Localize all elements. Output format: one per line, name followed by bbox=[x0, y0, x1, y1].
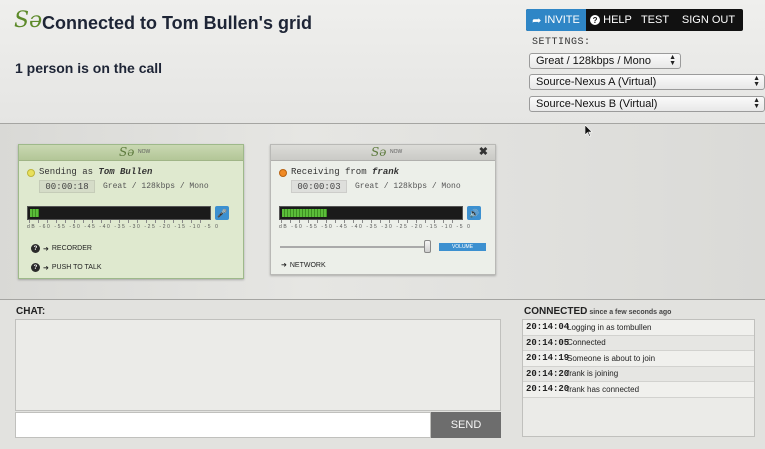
receive-meter-scale: dB -60 -55 -50 -45 -40 -35 -30 -25 -20 -… bbox=[279, 224, 472, 230]
log-time: 20:14:20 bbox=[526, 384, 570, 395]
chat-section: CHAT: SEND bbox=[0, 300, 518, 449]
meter-ticks bbox=[281, 220, 461, 223]
speaker-button[interactable]: 🔊 bbox=[467, 206, 481, 220]
volume-button[interactable]: VOLUME bbox=[439, 243, 486, 251]
receive-level-fill bbox=[282, 209, 327, 217]
connection-log-section: CONNECTED since a few seconds ago 20:14:0… bbox=[518, 300, 765, 449]
connected-label: CONNECTED since a few seconds ago bbox=[524, 306, 671, 317]
send-level-fill bbox=[30, 209, 39, 217]
volume-slider-track[interactable] bbox=[280, 246, 430, 248]
arrow-right-icon: ➜ bbox=[43, 264, 49, 272]
log-message: Connected bbox=[567, 338, 606, 348]
receive-panel: Sə NOW ✖ Receiving from frank 00:00:03 G… bbox=[270, 144, 496, 275]
share-arrow-icon: ➦ bbox=[532, 14, 542, 27]
audio-panels-area: Sə NOW Sending as Tom Bullen 00:00:18 Gr… bbox=[0, 124, 765, 300]
mouse-cursor-icon bbox=[585, 125, 593, 137]
question-icon[interactable]: ? bbox=[31, 244, 40, 253]
source-elements-logo: Sə bbox=[14, 8, 43, 33]
select-arrows-icon: ▲ ▼ bbox=[753, 97, 760, 110]
log-time: 20:14:05 bbox=[526, 337, 570, 348]
sign-out-button[interactable]: SIGN OUT bbox=[674, 9, 743, 31]
receiving-user: frank bbox=[372, 167, 400, 177]
arrow-right-icon: ➜ bbox=[281, 262, 287, 269]
send-level-meter bbox=[27, 206, 211, 220]
send-timer: 00:00:18 bbox=[39, 180, 95, 193]
quality-select[interactable]: Great / 128kbps / Mono ▲ ▼ bbox=[529, 53, 681, 69]
receive-panel-header[interactable]: Sə NOW ✖ bbox=[271, 145, 495, 161]
chat-log bbox=[15, 319, 501, 411]
help-label: HELP bbox=[603, 14, 632, 26]
log-row: 20:14:04 Logging in as tombullen bbox=[523, 320, 754, 336]
test-button[interactable]: TEST bbox=[636, 9, 674, 31]
panel-logo: Sə bbox=[119, 145, 135, 159]
log-message: frank has connected bbox=[567, 384, 640, 394]
select-arrows-icon: ▲ ▼ bbox=[669, 54, 676, 67]
quality-select-value: Great / 128kbps / Mono bbox=[536, 55, 651, 67]
receiving-status-dot bbox=[279, 169, 287, 177]
log-row: 20:14:20 frank has connected bbox=[523, 382, 754, 398]
log-message: Someone is about to join bbox=[567, 353, 656, 363]
question-icon[interactable]: ? bbox=[31, 263, 40, 272]
send-quality: Great / 128kbps / Mono bbox=[103, 182, 209, 191]
call-count: 1 person is on the call bbox=[15, 60, 163, 76]
close-icon[interactable]: ✖ bbox=[479, 145, 488, 158]
top-bar: Sə Connected to Tom Bullen's grid 1 pers… bbox=[0, 0, 765, 124]
network-label: NETWORK bbox=[289, 261, 326, 269]
recorder-label: RECORDER bbox=[51, 245, 92, 252]
network-link[interactable]: ➜ NETWORK bbox=[281, 261, 326, 270]
receive-level-meter bbox=[279, 206, 463, 220]
connection-log: 20:14:04 Logging in as tombullen 20:14:0… bbox=[522, 319, 755, 437]
question-icon: ? bbox=[590, 15, 601, 25]
log-time: 20:14:19 bbox=[526, 353, 570, 364]
receiving-status: Receiving from frank bbox=[291, 167, 399, 177]
send-meter-scale: dB -60 -55 -50 -45 -40 -35 -30 -25 -20 -… bbox=[27, 224, 220, 230]
settings-label: SETTINGS: bbox=[532, 37, 591, 48]
push-to-talk-link[interactable]: ? ➜ PUSH TO TALK bbox=[31, 263, 102, 272]
source-b-select[interactable]: Source-Nexus B (Virtual) ▲ ▼ bbox=[529, 96, 765, 112]
microphone-button[interactable]: 🎤 bbox=[215, 206, 229, 220]
microphone-icon: 🎤 bbox=[217, 208, 227, 218]
source-a-select[interactable]: Source-Nexus A (Virtual) ▲ ▼ bbox=[529, 74, 765, 90]
sending-status: Sending as Tom Bullen bbox=[39, 167, 152, 177]
log-row: 20:14:20 frank is joining bbox=[523, 366, 754, 382]
arrow-right-icon: ➜ bbox=[43, 245, 49, 253]
invite-label: INVITE bbox=[544, 14, 580, 26]
connected-subtitle: since a few seconds ago bbox=[589, 309, 672, 316]
receiving-prefix: Receiving from bbox=[291, 167, 367, 177]
panel-now-label: NOW bbox=[390, 149, 403, 155]
source-a-select-value: Source-Nexus A (Virtual) bbox=[536, 76, 657, 88]
sending-status-dot bbox=[27, 169, 35, 177]
log-time: 20:14:04 bbox=[526, 322, 570, 333]
log-row: 20:14:19 Someone is about to join bbox=[523, 351, 754, 367]
send-button[interactable]: SEND bbox=[431, 412, 501, 438]
send-panel: Sə NOW Sending as Tom Bullen 00:00:18 Gr… bbox=[18, 144, 244, 279]
volume-slider-handle[interactable] bbox=[424, 240, 431, 253]
connected-title: CONNECTED bbox=[524, 306, 588, 317]
meter-ticks bbox=[29, 220, 209, 223]
sending-prefix: Sending as bbox=[39, 167, 94, 177]
select-arrows-icon: ▲ ▼ bbox=[753, 75, 760, 88]
help-button[interactable]: ? HELP bbox=[586, 9, 636, 31]
receive-timer: 00:00:03 bbox=[291, 180, 347, 193]
send-panel-header[interactable]: Sə NOW bbox=[19, 145, 243, 161]
chat-input[interactable] bbox=[15, 412, 431, 438]
sending-user: Tom Bullen bbox=[98, 167, 153, 177]
page-title: Connected to Tom Bullen's grid bbox=[42, 13, 312, 33]
speaker-icon: 🔊 bbox=[469, 208, 479, 218]
log-row: 20:14:05 Connected bbox=[523, 335, 754, 351]
push-to-talk-label: PUSH TO TALK bbox=[51, 264, 102, 271]
invite-button[interactable]: ➦ INVITE bbox=[526, 9, 586, 31]
recorder-link[interactable]: ? ➜ RECORDER bbox=[31, 244, 92, 253]
top-nav: ➦ INVITE ? HELP TEST SIGN OUT bbox=[526, 9, 743, 31]
log-time: 20:14:20 bbox=[526, 368, 570, 379]
chat-label: CHAT: bbox=[16, 306, 46, 317]
receive-quality: Great / 128kbps / Mono bbox=[355, 182, 461, 191]
log-message: frank is joining bbox=[567, 369, 619, 379]
panel-logo: Sə bbox=[371, 145, 387, 159]
source-b-select-value: Source-Nexus B (Virtual) bbox=[536, 98, 658, 110]
panel-now-label: NOW bbox=[138, 149, 151, 155]
log-message: Logging in as tombullen bbox=[567, 322, 652, 332]
